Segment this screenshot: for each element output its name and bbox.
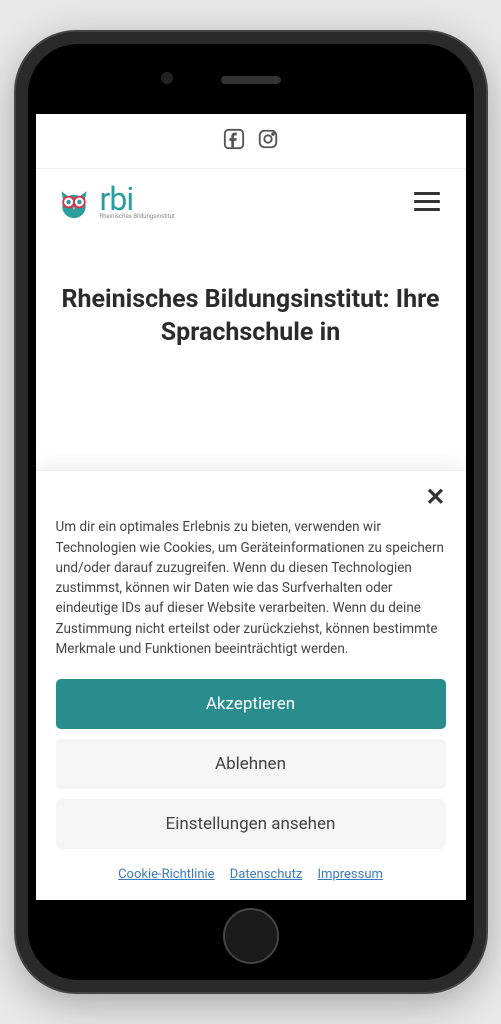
screen: rbi Rheinisches Bildungsinstitut Rheinis…: [36, 114, 466, 900]
instagram-icon[interactable]: [257, 128, 279, 154]
cookie-links: Cookie-Richtlinie Datenschutz Impressum: [56, 867, 446, 882]
social-bar: [36, 114, 466, 169]
close-icon[interactable]: ✕: [425, 485, 445, 509]
header: rbi Rheinisches Bildungsinstitut: [36, 169, 466, 234]
accept-button[interactable]: Akzeptieren: [56, 679, 446, 729]
logo[interactable]: rbi Rheinisches Bildungsinstitut: [56, 183, 175, 220]
phone-inner: rbi Rheinisches Bildungsinstitut Rheinis…: [28, 44, 474, 980]
phone-speaker: [221, 76, 281, 84]
owl-icon: [56, 184, 92, 220]
hero-section: Rheinisches Bildungsinstitut: Ihre Sprac…: [36, 234, 466, 369]
phone-frame: rbi Rheinisches Bildungsinstitut Rheinis…: [16, 32, 486, 992]
logo-text: rbi: [100, 183, 175, 215]
settings-button[interactable]: Einstellungen ansehen: [56, 799, 446, 849]
cookie-description: Um dir ein optimales Erlebnis zu bieten,…: [56, 517, 446, 659]
page-title: Rheinisches Bildungsinstitut: Ihre Sprac…: [60, 284, 442, 349]
menu-button[interactable]: [408, 186, 446, 217]
cookie-policy-link[interactable]: Cookie-Richtlinie: [118, 867, 214, 882]
decline-button[interactable]: Ablehnen: [56, 739, 446, 789]
facebook-icon[interactable]: [223, 128, 245, 154]
phone-camera: [161, 72, 173, 84]
cookie-banner: ✕ Um dir ein optimales Erlebnis zu biete…: [36, 470, 466, 900]
logo-subtitle: Rheinisches Bildungsinstitut: [100, 213, 175, 220]
imprint-link[interactable]: Impressum: [318, 867, 383, 882]
privacy-link[interactable]: Datenschutz: [230, 867, 302, 882]
home-button[interactable]: [223, 908, 279, 964]
